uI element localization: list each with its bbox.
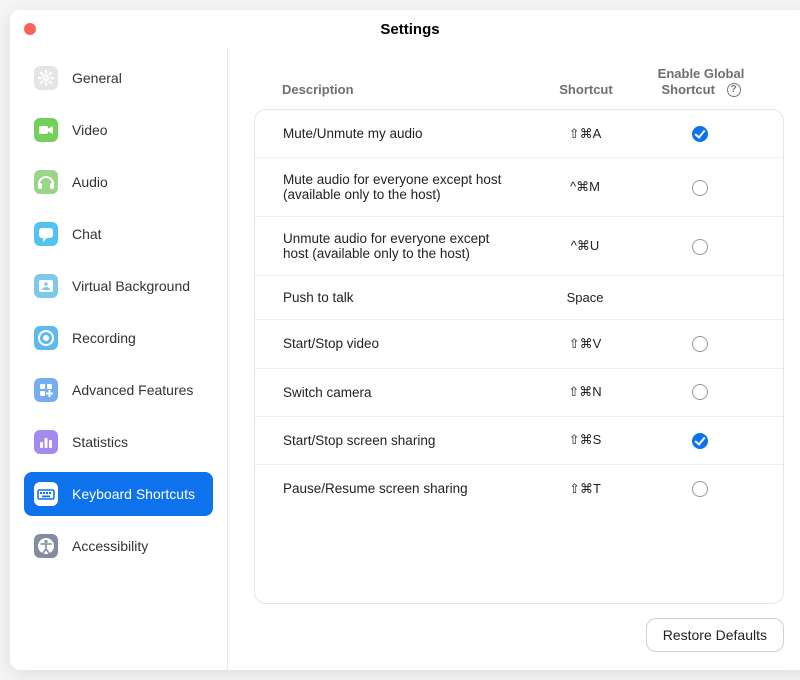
recording-icon <box>34 326 58 350</box>
keyboard-icon <box>34 482 58 506</box>
close-window-button[interactable] <box>24 23 36 35</box>
shortcut-row: Mute audio for everyone except host (ava… <box>255 158 783 217</box>
shortcut-key[interactable]: ⇧⌘S <box>525 432 645 448</box>
global-shortcut-cell <box>645 124 755 143</box>
global-shortcut-checkbox[interactable] <box>692 180 708 196</box>
column-header-global: Enable Global Shortcut ? <box>646 66 756 97</box>
sidebar-item-audio[interactable]: Audio <box>24 160 213 204</box>
shortcut-key[interactable]: Space <box>525 290 645 305</box>
sidebar-item-accessibility[interactable]: Accessibility <box>24 524 213 568</box>
content: General Video Audio Chat Virtual Background R… <box>10 48 800 670</box>
shortcut-description: Mute/Unmute my audio <box>283 126 525 141</box>
sidebar-item-label: Accessibility <box>72 538 148 554</box>
shortcut-row: Push to talkSpace <box>255 276 783 320</box>
sidebar-item-keyboard-shortcuts[interactable]: Keyboard Shortcuts <box>24 472 213 516</box>
sidebar-item-label: Virtual Background <box>72 278 190 294</box>
global-shortcut-checkbox[interactable] <box>692 433 708 449</box>
global-shortcut-cell <box>645 237 755 256</box>
audio-icon <box>34 170 58 194</box>
sidebar-item-label: Chat <box>72 226 102 242</box>
shortcut-row: Pause/Resume screen sharing⇧⌘T <box>255 465 783 512</box>
sidebar-item-recording[interactable]: Recording <box>24 316 213 360</box>
sidebar-item-advanced-features[interactable]: Advanced Features <box>24 368 213 412</box>
sidebar-item-chat[interactable]: Chat <box>24 212 213 256</box>
column-header-description: Description <box>282 82 526 97</box>
gear-icon <box>34 66 58 90</box>
shortcut-row: Start/Stop video⇧⌘V <box>255 320 783 368</box>
main-panel: Description Shortcut Enable Global Short… <box>228 48 800 670</box>
sidebar-item-statistics[interactable]: Statistics <box>24 420 213 464</box>
shortcut-key[interactable]: ^⌘U <box>525 238 645 254</box>
shortcut-key[interactable]: ⇧⌘A <box>525 126 645 142</box>
shortcut-key[interactable]: ⇧⌘T <box>525 481 645 497</box>
accessibility-icon <box>34 534 58 558</box>
global-shortcut-cell <box>645 178 755 197</box>
shortcut-row: Mute/Unmute my audio⇧⌘A <box>255 110 783 158</box>
sidebar-item-video[interactable]: Video <box>24 108 213 152</box>
sidebar-item-label: General <box>72 70 122 86</box>
help-icon[interactable]: ? <box>727 83 741 97</box>
sidebar-item-label: Keyboard Shortcuts <box>72 486 195 502</box>
column-header-shortcut: Shortcut <box>526 82 646 97</box>
sidebar: General Video Audio Chat Virtual Background R… <box>10 48 228 670</box>
shortcuts-card: Mute/Unmute my audio⇧⌘A Mute audio for ev… <box>254 109 784 604</box>
shortcut-key[interactable]: ⇧⌘V <box>525 336 645 352</box>
sidebar-item-general[interactable]: General <box>24 56 213 100</box>
global-shortcut-checkbox[interactable] <box>692 481 708 497</box>
global-shortcut-cell <box>645 383 755 402</box>
shortcut-description: Switch camera <box>283 385 525 400</box>
footer: Restore Defaults <box>254 604 784 652</box>
sidebar-item-label: Advanced Features <box>72 382 193 398</box>
restore-defaults-button[interactable]: Restore Defaults <box>646 618 784 652</box>
global-shortcut-cell <box>645 431 755 450</box>
global-shortcut-checkbox[interactable] <box>692 239 708 255</box>
shortcut-description: Start/Stop screen sharing <box>283 433 525 448</box>
shortcut-description: Pause/Resume screen sharing <box>283 481 525 496</box>
shortcut-description: Mute audio for everyone except host (ava… <box>283 172 525 202</box>
shortcut-row: Switch camera⇧⌘N <box>255 369 783 417</box>
shortcut-row: Unmute audio for everyone except host (a… <box>255 217 783 276</box>
shortcut-row: Start/Stop screen sharing⇧⌘S <box>255 417 783 465</box>
global-shortcut-checkbox[interactable] <box>692 384 708 400</box>
shortcut-key[interactable]: ⇧⌘N <box>525 384 645 400</box>
advanced-icon <box>34 378 58 402</box>
global-shortcut-cell <box>645 479 755 498</box>
table-header-row: Description Shortcut Enable Global Short… <box>254 66 784 103</box>
titlebar: Settings <box>10 10 800 48</box>
shortcut-description: Start/Stop video <box>283 336 525 351</box>
global-shortcut-cell <box>645 334 755 353</box>
settings-window: Settings General Video Audio Chat Virtual Ba… <box>10 10 800 670</box>
statistics-icon <box>34 430 58 454</box>
video-icon <box>34 118 58 142</box>
shortcut-key[interactable]: ^⌘M <box>525 179 645 195</box>
sidebar-item-virtual-background[interactable]: Virtual Background <box>24 264 213 308</box>
shortcut-description: Push to talk <box>283 290 525 305</box>
global-shortcut-checkbox[interactable] <box>692 336 708 352</box>
sidebar-item-label: Recording <box>72 330 136 346</box>
shortcut-description: Unmute audio for everyone except host (a… <box>283 231 525 261</box>
sidebar-item-label: Audio <box>72 174 108 190</box>
window-title: Settings <box>10 21 800 38</box>
sidebar-item-label: Video <box>72 122 108 138</box>
global-shortcut-checkbox[interactable] <box>692 126 708 142</box>
sidebar-item-label: Statistics <box>72 434 128 450</box>
virtual-bg-icon <box>34 274 58 298</box>
chat-icon <box>34 222 58 246</box>
